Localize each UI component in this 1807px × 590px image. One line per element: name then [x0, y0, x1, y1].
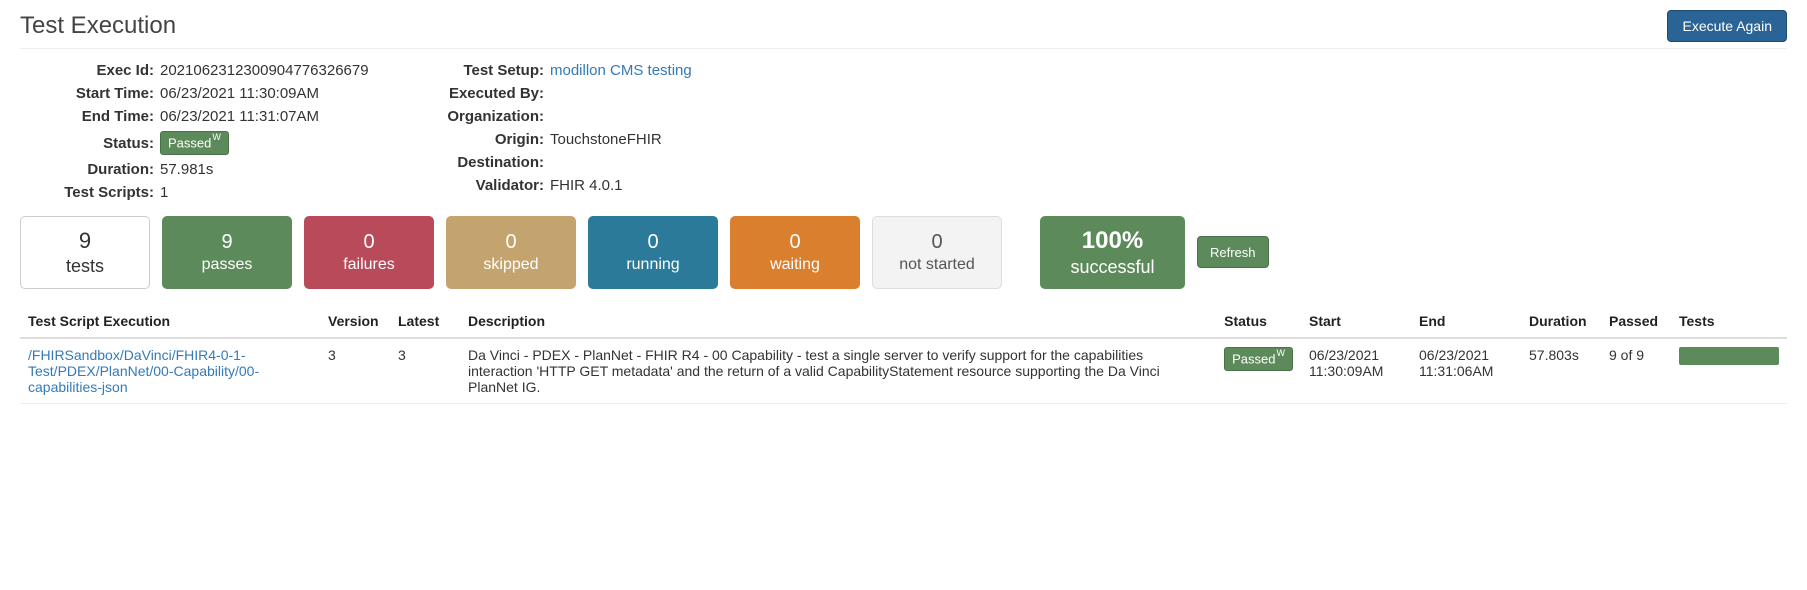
th-duration: Duration — [1521, 305, 1601, 338]
counter-failures[interactable]: 0 failures — [304, 216, 434, 289]
counter-success: 100% successful — [1040, 216, 1185, 289]
counter-tests-label: tests — [21, 255, 149, 278]
counter-skipped-label: skipped — [446, 255, 576, 275]
th-latest: Latest — [390, 305, 460, 338]
exec-id-label: Exec Id: — [20, 62, 160, 79]
counter-passes-value: 9 — [162, 230, 292, 255]
cell-end: 06/23/2021 11:31:06AM — [1411, 338, 1521, 404]
counter-tests[interactable]: 9 tests — [20, 216, 150, 289]
cell-description: Da Vinci - PDEX - PlanNet - FHIR R4 - 00… — [460, 338, 1216, 404]
start-time-label: Start Time: — [20, 85, 160, 102]
counter-not-started-label: not started — [873, 255, 1001, 275]
counter-skipped[interactable]: 0 skipped — [446, 216, 576, 289]
duration-label: Duration: — [20, 161, 160, 178]
test-scripts-label: Test Scripts: — [20, 184, 160, 201]
status-label: Status: — [20, 135, 160, 152]
cell-passed: 9 of 9 — [1601, 338, 1671, 404]
cell-latest: 3 — [390, 338, 460, 404]
executed-by-label: Executed By: — [420, 85, 550, 102]
validator-value: FHIR 4.0.1 — [550, 177, 623, 194]
th-start: Start — [1301, 305, 1411, 338]
th-status: Status — [1216, 305, 1301, 338]
counter-success-value: 100% — [1040, 226, 1185, 256]
test-scripts-value: 1 — [160, 184, 168, 201]
row-status-badge: PassedW — [1224, 347, 1293, 371]
counter-waiting[interactable]: 0 waiting — [730, 216, 860, 289]
origin-label: Origin: — [420, 131, 550, 148]
counter-not-started-value: 0 — [873, 230, 1001, 255]
destination-label: Destination: — [420, 154, 550, 171]
counter-skipped-value: 0 — [446, 230, 576, 255]
counter-failures-value: 0 — [304, 230, 434, 255]
progress-bar — [1679, 347, 1779, 365]
counter-passes[interactable]: 9 passes — [162, 216, 292, 289]
th-description: Description — [460, 305, 1216, 338]
cell-version: 3 — [320, 338, 390, 404]
refresh-button[interactable]: Refresh — [1197, 236, 1269, 268]
counter-passes-label: passes — [162, 255, 292, 275]
counter-waiting-value: 0 — [730, 230, 860, 255]
test-setup-label: Test Setup: — [420, 62, 550, 79]
counter-not-started[interactable]: 0 not started — [872, 216, 1002, 289]
table-row: /FHIRSandbox/DaVinci/FHIR4-0-1-Test/PDEX… — [20, 338, 1787, 404]
execute-again-button[interactable]: Execute Again — [1667, 10, 1787, 42]
counter-running-label: running — [588, 255, 718, 275]
end-time-label: End Time: — [20, 108, 160, 125]
th-version: Version — [320, 305, 390, 338]
duration-value: 57.981s — [160, 161, 213, 178]
th-passed: Passed — [1601, 305, 1671, 338]
counter-running[interactable]: 0 running — [588, 216, 718, 289]
results-table: Test Script Execution Version Latest Des… — [20, 305, 1787, 404]
organization-label: Organization: — [420, 108, 550, 125]
script-link[interactable]: /FHIRSandbox/DaVinci/FHIR4-0-1-Test/PDEX… — [28, 347, 298, 395]
counter-success-label: successful — [1040, 256, 1185, 279]
exec-id-value: 2021062312300904776326679 — [160, 62, 369, 79]
cell-duration: 57.803s — [1521, 338, 1601, 404]
start-time-value: 06/23/2021 11:30:09AM — [160, 85, 319, 102]
test-setup-link[interactable]: modillon CMS testing — [550, 62, 692, 79]
counter-tests-value: 9 — [21, 227, 149, 255]
page-title: Test Execution — [20, 12, 176, 40]
validator-label: Validator: — [420, 177, 550, 194]
th-script: Test Script Execution — [20, 305, 320, 338]
counter-failures-label: failures — [304, 255, 434, 275]
origin-value: TouchstoneFHIR — [550, 131, 662, 148]
th-tests: Tests — [1671, 305, 1787, 338]
th-end: End — [1411, 305, 1521, 338]
cell-start: 06/23/2021 11:30:09AM — [1301, 338, 1411, 404]
status-badge: PassedW — [160, 131, 229, 155]
end-time-value: 06/23/2021 11:31:07AM — [160, 108, 319, 125]
counter-running-value: 0 — [588, 230, 718, 255]
counter-waiting-label: waiting — [730, 255, 860, 275]
